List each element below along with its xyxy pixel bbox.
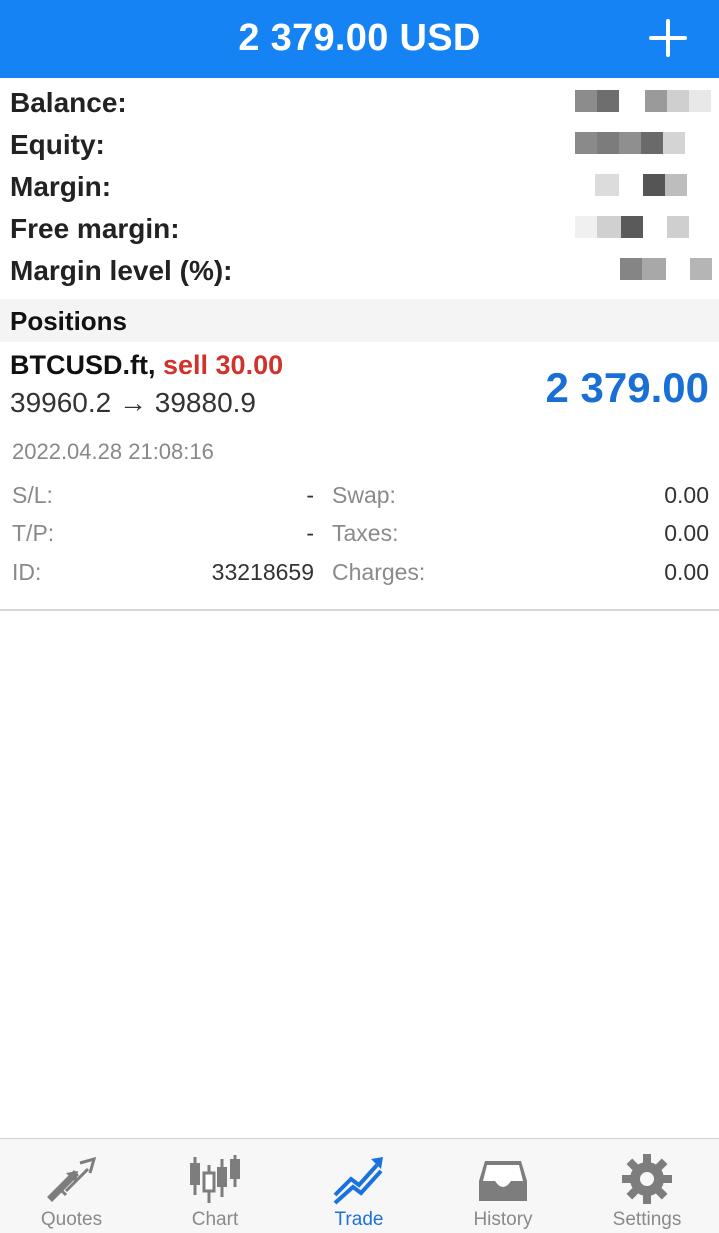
account-balance-title: 2 379.00 USD <box>238 17 481 59</box>
gear-icon <box>622 1154 672 1204</box>
price-open: 39960.2 <box>10 387 112 418</box>
trade-trend-icon <box>333 1157 383 1205</box>
account-summary: Balance: Equity: Margin: Free margin: Ma… <box>0 80 719 298</box>
inbox-tray-icon <box>479 1161 527 1201</box>
tab-history-label: History <box>473 1209 533 1230</box>
quotes-arrows-icon <box>46 1156 96 1202</box>
summary-row-margin-level: Margin level (%): <box>0 250 719 292</box>
swap-value: 0.00 <box>664 482 709 508</box>
taxes-label: Taxes: <box>332 520 399 546</box>
tab-trade-label: Trade <box>334 1209 384 1230</box>
charges-value: 0.00 <box>664 559 709 585</box>
sl-value: - <box>306 482 314 508</box>
balance-value-redacted <box>575 90 711 112</box>
position-prices: 39960.2 → 39880.9 <box>10 387 256 419</box>
summary-row-free-margin: Free margin: <box>0 208 719 250</box>
position-profit: 2 379.00 <box>545 364 710 411</box>
position-side-volume: sell 30.00 <box>163 350 284 380</box>
price-current: 39880.9 <box>154 387 256 418</box>
positions-section-header: Positions <box>0 299 719 342</box>
positions-title: Positions <box>10 306 128 336</box>
position-divider <box>0 609 719 611</box>
tp-label: T/P: <box>12 520 55 546</box>
free-margin-value-redacted <box>575 216 695 238</box>
tp-value: - <box>306 520 314 546</box>
summary-row-equity: Equity: <box>0 124 719 166</box>
free-margin-label: Free margin: <box>10 213 180 244</box>
top-bar: 2 379.00 USD <box>0 0 719 78</box>
charges-label: Charges: <box>332 559 426 585</box>
price-arrow: → <box>119 387 147 418</box>
tab-quotes-label: Quotes <box>40 1209 103 1230</box>
tab-quotes[interactable]: Quotes <box>0 1139 143 1233</box>
tab-chart-label: Chart <box>191 1209 239 1230</box>
summary-row-balance: Balance: <box>0 82 719 124</box>
equity-value-redacted <box>575 132 710 154</box>
tab-trade[interactable]: Trade <box>287 1139 431 1233</box>
id-value: 33218659 <box>211 559 314 585</box>
tab-chart[interactable]: Chart <box>143 1139 287 1233</box>
margin-value-redacted <box>595 174 690 196</box>
position-open-time: 2022.04.28 21:08:16 <box>12 439 214 464</box>
tab-history[interactable]: History <box>431 1139 575 1233</box>
taxes-value: 0.00 <box>664 520 709 546</box>
plus-icon[interactable] <box>643 13 693 63</box>
candlestick-chart-icon <box>190 1155 240 1203</box>
balance-label: Balance: <box>10 87 127 118</box>
equity-label: Equity: <box>10 129 105 160</box>
bottom-tab-bar: Quotes Chart Trade History Settings <box>0 1138 719 1233</box>
id-label: ID: <box>12 559 42 585</box>
tab-settings-label: Settings <box>612 1209 682 1230</box>
margin-label: Margin: <box>10 171 112 202</box>
tab-settings[interactable]: Settings <box>575 1139 719 1233</box>
swap-label: Swap: <box>332 482 396 508</box>
position-header: BTCUSD.ft, sell 30.00 <box>10 350 283 381</box>
position-symbol: BTCUSD.ft, <box>10 350 156 380</box>
position-item[interactable]: BTCUSD.ft, sell 30.00 39960.2 → 39880.9 … <box>0 342 719 610</box>
sl-label: S/L: <box>12 482 53 508</box>
margin-level-value-redacted <box>620 258 714 280</box>
margin-level-label: Margin level (%): <box>10 255 233 286</box>
summary-row-margin: Margin: <box>0 166 719 208</box>
